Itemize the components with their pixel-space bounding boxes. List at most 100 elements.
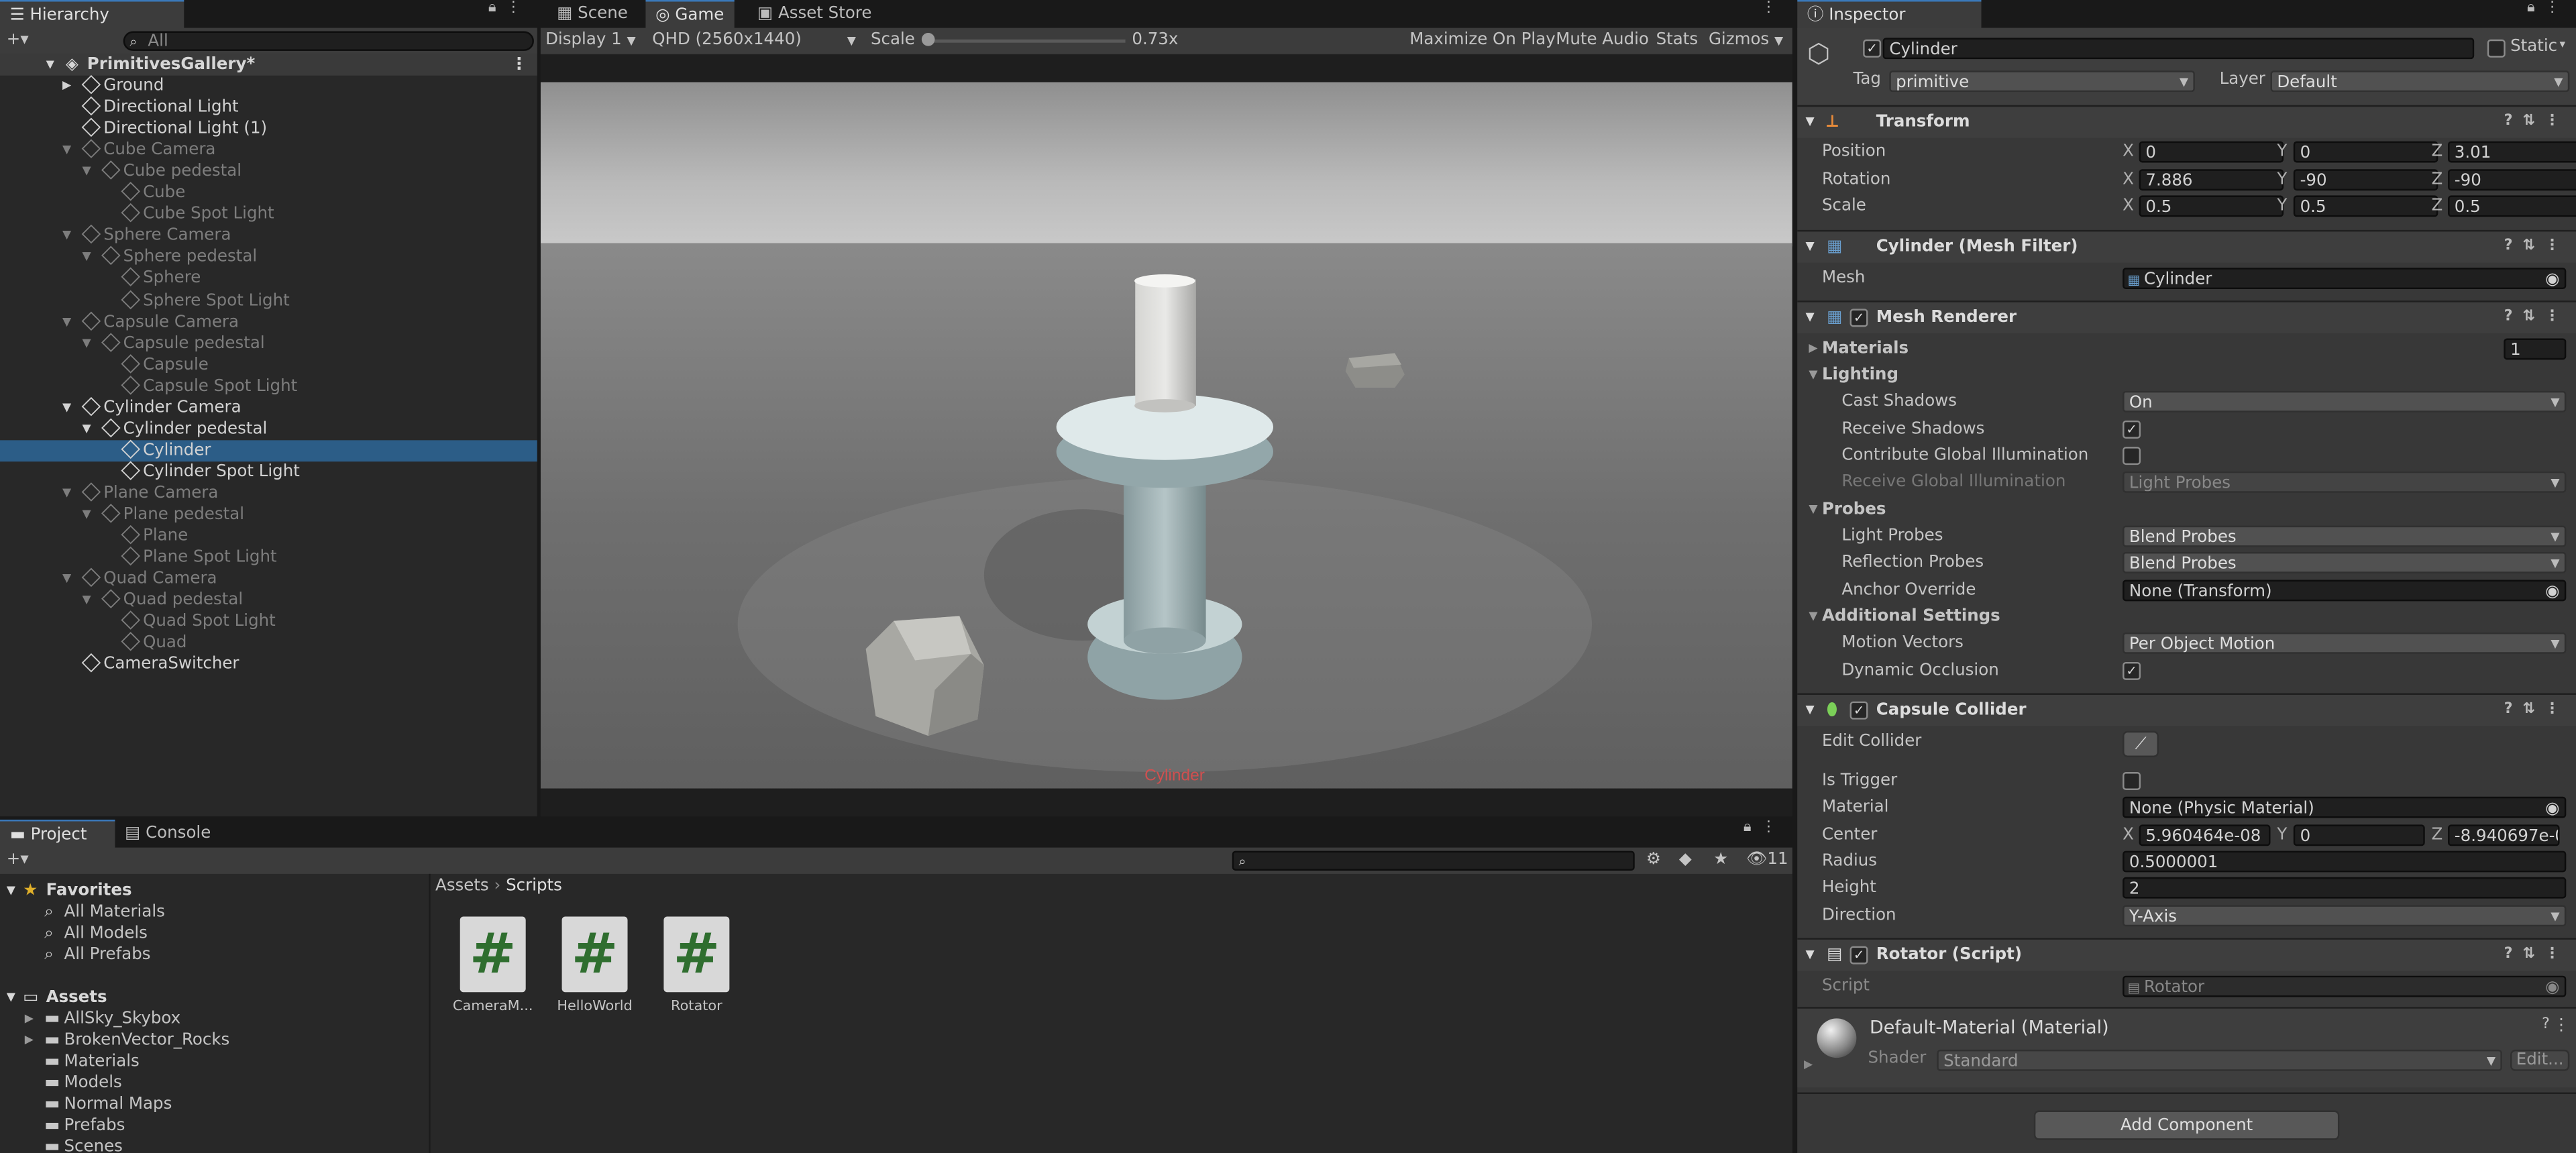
hierarchy-item-quad-spot-light[interactable]: Quad Spot Light [0,610,537,633]
materials-count-field[interactable]: 1 [2504,338,2567,360]
hierarchy-item-cube-spot-light[interactable]: Cube Spot Light [0,203,537,225]
hierarchy-item-plane-pedestal[interactable]: ▼ Plane pedestal [0,504,537,526]
foldout-arrow-icon[interactable]: ▼ [1805,107,1814,138]
presets-icon[interactable]: ⇅ [2522,113,2544,129]
lock-icon[interactable]: 🔒︎ [488,0,506,16]
contribute-gi-checkbox[interactable] [2123,447,2141,470]
hierarchy-item-quad[interactable]: Quad [0,632,537,655]
expand-arrow-icon[interactable]: ▼ [62,311,71,333]
material-menu-icon[interactable]: ⋮ [2553,1017,2569,1035]
anchor-override-object-field[interactable]: None (Transform) ◉ [2123,580,2567,602]
foldout-arrow-icon[interactable]: ▼ [1809,606,1817,628]
tab-hierarchy[interactable]: ☰ Hierarchy [0,0,184,30]
resolution-dropdown[interactable]: QHD (2560x1440) ▼ [652,28,859,54]
shader-dropdown[interactable]: Standard ▼ [1937,1049,2502,1071]
scale-y-field[interactable]: 0.5 [2293,195,2438,217]
position-z-field[interactable]: 3.01 [2448,141,2576,163]
folder-item[interactable]: ▬ Scenes [0,1137,427,1153]
direction-dropdown[interactable]: Y-Axis ▼ [2123,905,2567,927]
rotation-y-field[interactable]: -90 [2293,169,2438,191]
position-y-field[interactable]: 0 [2293,141,2438,163]
display-dropdown[interactable]: Display 1 ▼ [545,28,644,54]
scene-menu-icon[interactable]: ⋮ [511,54,527,76]
folder-item[interactable]: ▬ Normal Maps [0,1094,427,1115]
expand-arrow-icon[interactable]: ▼ [82,333,91,354]
hierarchy-item-plane[interactable]: Plane [0,525,537,547]
help-icon[interactable]: ? [2504,113,2523,129]
mesh-filter-header[interactable]: ▼ ▦ Cylinder (Mesh Filter) ?⇅⋮ [1797,229,2576,263]
object-picker-icon[interactable]: ◉ [2545,270,2559,287]
expand-arrow-icon[interactable]: ▼ [62,397,71,419]
hierarchy-item-sphere-camera[interactable]: ▼ Sphere Camera [0,225,537,247]
scale-z-field[interactable]: 0.5 [2448,195,2576,217]
kebab-menu-icon[interactable]: ⋮ [1761,820,1786,836]
hierarchy-item-plane-spot-light[interactable]: Plane Spot Light [0,546,537,569]
lock-icon[interactable]: 🔒︎ [2527,0,2544,16]
scale-x-field[interactable]: 0.5 [2139,195,2284,217]
tab-game[interactable]: ◎ Game [645,0,734,30]
expand-arrow-icon[interactable]: ▼ [62,140,71,162]
help-icon[interactable]: ? [2504,238,2523,254]
gizmos-dropdown[interactable]: Gizmos ▼ [1709,28,1783,54]
expand-arrow-icon[interactable]: ▼ [62,569,71,590]
component-menu-icon[interactable]: ⋮ [2545,702,2570,718]
transform-header[interactable]: ▼ ⟂ Transform ?⇅⋮ [1797,105,2576,138]
collider-material-field[interactable]: None (Physic Material) ◉ [2123,796,2567,818]
capsule-collider-enabled-checkbox[interactable]: ✓ [1849,701,1868,720]
hierarchy-item-directional-light-1[interactable]: Directional Light (1) [0,117,537,140]
radius-field[interactable]: 0.5000001 [2123,850,2567,873]
stats-toggle[interactable]: Stats [1656,28,1699,54]
static-checkbox[interactable] [2487,39,2506,62]
presets-icon[interactable]: ⇅ [2522,238,2544,254]
foldout-arrow-icon[interactable]: ▼ [1809,365,1817,386]
create-plus-button[interactable]: +▾ [7,848,29,874]
tag-dropdown[interactable]: primitive ▼ [1889,70,2195,93]
edit-collider-button[interactable]: ⟋ [2123,730,2159,757]
rotation-x-field[interactable]: 7.886 [2139,169,2284,191]
assets-row[interactable]: ▼ ▭ Assets [0,987,427,1009]
tab-project[interactable]: ▬ Project [0,820,115,850]
foldout-arrow-icon[interactable]: ▼ [1805,303,1814,334]
hierarchy-item-cylinder[interactable]: Cylinder [0,439,537,461]
foldout-arrow-icon[interactable]: ▶ [1804,1058,1813,1071]
layer-dropdown[interactable]: Default ▼ [2270,70,2570,93]
hierarchy-item-cylinder-spot-light[interactable]: Cylinder Spot Light [0,461,537,483]
static-dropdown-icon[interactable]: ▾ [2560,38,2566,51]
expand-arrow-icon[interactable]: ▼ [62,483,71,504]
scale-slider-track[interactable] [928,39,1126,43]
favorite-item[interactable]: ⌕ All Models [0,923,427,944]
search-by-type-icon[interactable]: ⚙ [1646,848,1661,874]
center-y-field[interactable]: 0 [2293,824,2425,846]
expand-arrow-icon[interactable]: ▼ [7,987,15,1009]
foldout-arrow-icon[interactable]: ▼ [1805,695,1814,726]
expand-arrow-icon[interactable]: ▼ [82,419,91,440]
presets-icon[interactable]: ⇅ [2522,702,2544,718]
foldout-arrow-icon[interactable]: ▼ [1809,499,1817,520]
script-asset-tile[interactable]: # HelloWorld [555,916,635,1022]
expand-arrow-icon[interactable]: ▼ [82,504,91,526]
game-tab-menu-icon[interactable]: ⋮ [1761,0,1786,16]
script-asset-tile[interactable]: # CameraM... [453,916,533,1022]
cast-shadows-dropdown[interactable]: On ▼ [2123,390,2567,413]
position-x-field[interactable]: 0 [2139,141,2284,163]
help-icon[interactable]: ? [2542,1017,2550,1033]
help-icon[interactable]: ? [2504,309,2523,325]
component-menu-icon[interactable]: ⋮ [2545,113,2570,129]
help-icon[interactable]: ? [2504,702,2523,718]
is-trigger-checkbox[interactable] [2123,772,2141,795]
search-by-label-icon[interactable]: ◆ [1679,848,1692,874]
breadcrumb-assets[interactable]: Assets [435,877,489,895]
mesh-object-field[interactable]: ▦ Cylinder ◉ [2123,268,2567,290]
foldout-arrow-icon[interactable]: ▼ [1805,231,1814,263]
hierarchy-item-cylinder-camera[interactable]: ▼ Cylinder Camera [0,396,537,419]
scale-slider-thumb[interactable] [921,32,935,46]
dynamic-occlusion-checkbox[interactable]: ✓ [2123,661,2141,680]
motion-vectors-dropdown[interactable]: Per Object Motion ▼ [2123,632,2567,654]
hierarchy-item-directional-light[interactable]: Directional Light [0,96,537,119]
tab-scene[interactable]: ▦ Scene [547,0,638,28]
hierarchy-search-input[interactable]: ⌕ All [123,31,534,51]
component-menu-icon[interactable]: ⋮ [2545,309,2570,325]
hierarchy-item-sphere-pedestal[interactable]: ▼ Sphere pedestal [0,246,537,268]
kebab-menu-icon[interactable]: ⋮ [506,0,531,16]
favorites-star-icon[interactable]: ★ [1713,848,1728,874]
